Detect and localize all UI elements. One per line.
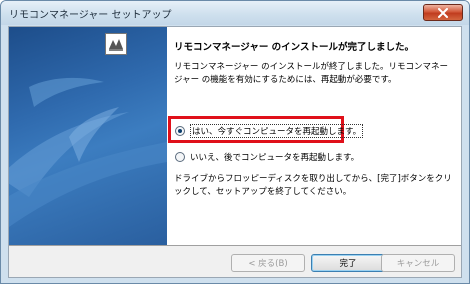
completion-description: リモコンマネージャー のインストールが終了しました。リモコンマネージャー の機能… [174, 62, 448, 85]
restart-now-label[interactable]: はい、今すぐコンピュータを再起動します。 [190, 124, 364, 138]
completion-heading: リモコンマネージャー のインストールが完了しました。 [174, 42, 414, 53]
setup-logo-icon [105, 33, 127, 55]
back-button[interactable]: < 戻る(B) [231, 254, 305, 272]
divider [9, 245, 461, 246]
dialog-client-area: リモコンマネージャー のインストールが完了しました。 リモコンマネージャー のイ… [8, 26, 462, 278]
restart-now-radio[interactable] [175, 126, 185, 136]
setup-window: リモコンマネージャー セットアップ リモコンマネージャー のインストールが完了し… [0, 0, 470, 284]
instruction-note: ドライブからフロッピーディスクを取り出してから、[完了]ボタンをクリックして、セ… [174, 174, 452, 197]
side-banner [9, 27, 167, 245]
close-button[interactable] [423, 4, 463, 21]
window-title: リモコンマネージャー セットアップ [9, 10, 172, 21]
restart-later-option[interactable]: いいえ、後でコンピュータを再起動します。 [175, 151, 359, 163]
restart-later-label[interactable]: いいえ、後でコンピュータを再起動します。 [190, 151, 359, 163]
restart-now-option[interactable]: はい、今すぐコンピュータを再起動します。 [175, 124, 364, 138]
restart-later-radio[interactable] [175, 152, 185, 162]
finish-button[interactable]: 完了 [311, 254, 385, 272]
close-icon [438, 7, 448, 18]
cancel-button[interactable]: キャンセル [381, 254, 455, 272]
title-bar[interactable]: リモコンマネージャー セットアップ [1, 1, 469, 25]
